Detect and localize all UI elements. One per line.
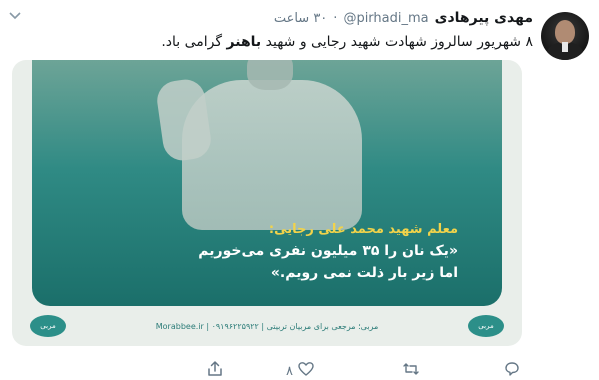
- tweet-actions: ۸: [0, 360, 599, 380]
- avatar[interactable]: [541, 12, 589, 60]
- logo-badge-right: مربی: [468, 315, 504, 337]
- figure-head: [247, 60, 293, 90]
- reply-icon: [503, 360, 521, 380]
- tweet-time[interactable]: ۳۰ ساعت: [274, 11, 327, 26]
- avatar-collar: [562, 42, 568, 52]
- tweet-text: ۸ شهریور سالروز شهادت شهید رجایی و شهید …: [53, 33, 533, 51]
- like-button[interactable]: ۸: [286, 360, 315, 380]
- tweet-media[interactable]: معلم شهید محمد علی رجایی: «یک نان را ۳۵ …: [12, 60, 522, 346]
- poster-quote-line1: «یک نان را ۳۵ میلیون نفری می‌خوریم: [198, 243, 458, 259]
- author-handle[interactable]: @pirhadi_ma: [343, 11, 428, 26]
- avatar-face: [555, 20, 575, 44]
- retweet-icon: [402, 360, 420, 380]
- poster-text: معلم شهید محمد علی رجایی: «یک نان را ۳۵ …: [198, 220, 458, 284]
- retweet-button[interactable]: [402, 360, 420, 380]
- figure-body: [182, 80, 362, 230]
- tweet-header: مهدی پیرهادی @pirhadi_ma · ۳۰ ساعت: [274, 10, 533, 26]
- tweet-text-part2: گرامی باد.: [161, 34, 227, 50]
- chevron-down-icon[interactable]: [8, 10, 24, 22]
- like-count: ۸: [286, 363, 293, 379]
- logo-badge-left: مربی: [30, 315, 66, 337]
- poster-image: معلم شهید محمد علی رجایی: «یک نان را ۳۵ …: [32, 60, 502, 306]
- tweet-text-part1: ۸ شهریور سالروز شهادت شهید رجایی و شهید: [261, 34, 533, 50]
- poster-footer-text: مربی؛ مرجعی برای مربیان تربیتی | Morabbe…: [155, 321, 379, 331]
- tweet-text-bold: باهنر: [226, 34, 262, 50]
- poster-title: معلم شهید محمد علی رجایی:: [268, 222, 458, 237]
- poster-footer: مربی مربی؛ مرجعی برای مربیان تربیتی | Mo…: [12, 306, 522, 346]
- heart-icon: [297, 360, 315, 380]
- share-icon: [206, 360, 224, 380]
- poster-quote-line2: اما زیر بار ذلت نمی رویم.»: [270, 265, 458, 281]
- separator-dot: ·: [333, 10, 338, 26]
- author-name[interactable]: مهدی پیرهادی: [435, 10, 533, 26]
- reply-button[interactable]: [503, 360, 521, 380]
- figure-arm: [154, 77, 214, 163]
- portrait-figure: [142, 60, 382, 230]
- share-button[interactable]: [206, 360, 224, 380]
